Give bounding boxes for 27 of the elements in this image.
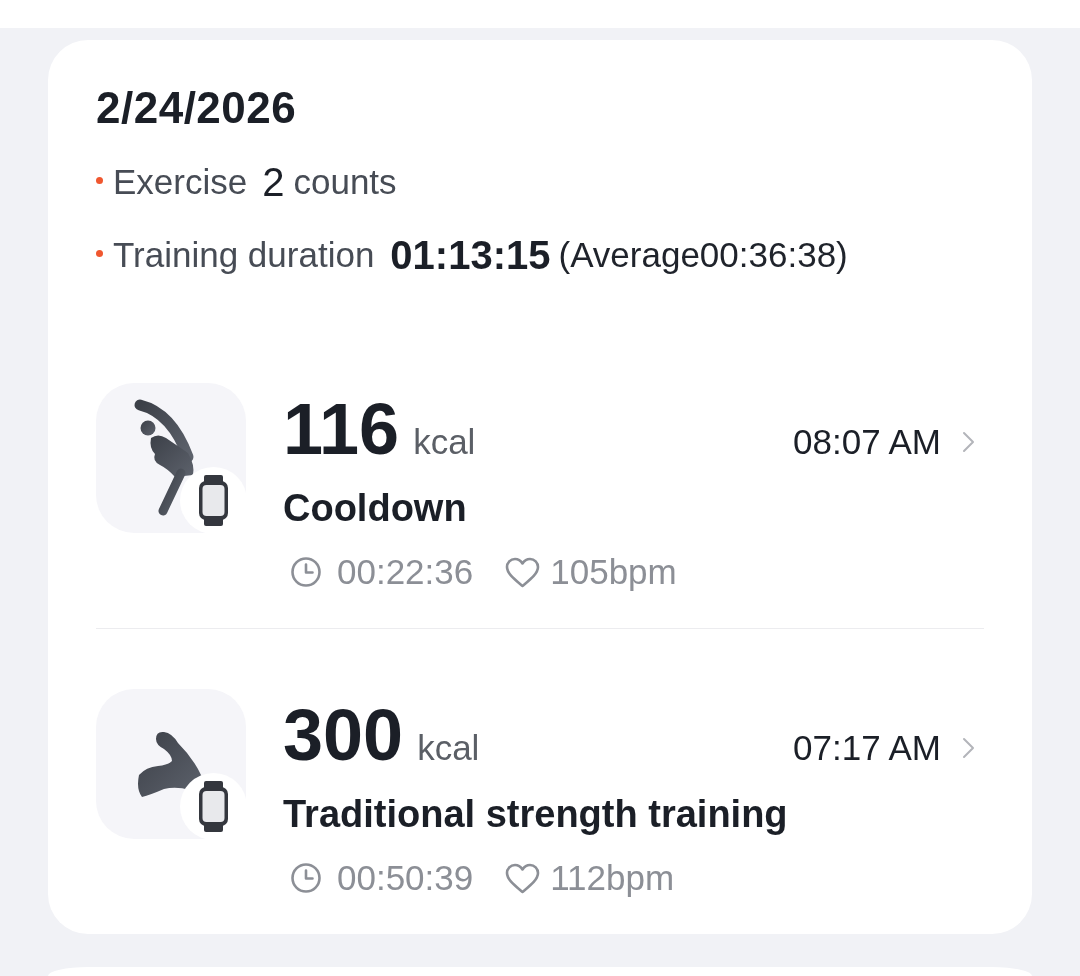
duration-text: 00:50:39 [337,858,474,898]
chevron-icon[interactable] [962,431,975,453]
stat-value: 2 [262,160,285,204]
start-time: 07:17 AM [793,727,941,769]
heart-icon [505,556,541,588]
bullet-icon [96,249,103,257]
average-duration: (Average00:36:38) [558,234,848,276]
duration-text: 00:22:36 [337,552,474,592]
date-heading: 2/24/2026 [96,82,297,134]
clock-icon [290,556,322,588]
calorie-value: 300 [283,699,404,771]
heart-rate-text: 112bpm [550,858,675,898]
calorie-unit: kcal [417,728,480,768]
calorie-value: 116 [283,393,400,465]
heart-icon [505,862,541,894]
stat-label: Exercise [113,161,248,203]
workout-name: Cooldown [283,486,468,531]
start-time: 08:07 AM [793,421,941,463]
clock-icon [290,862,322,894]
stat-unit: counts [293,161,397,203]
bullet-icon [96,176,103,184]
calorie-unit: kcal [413,422,476,462]
heart-rate-text: 105bpm [550,552,677,592]
stat-label: Training duration [113,234,375,276]
chevron-icon[interactable] [962,737,975,759]
stat-value: 01:13:15 [390,233,551,277]
workout-name: Traditional strength training [283,792,789,837]
